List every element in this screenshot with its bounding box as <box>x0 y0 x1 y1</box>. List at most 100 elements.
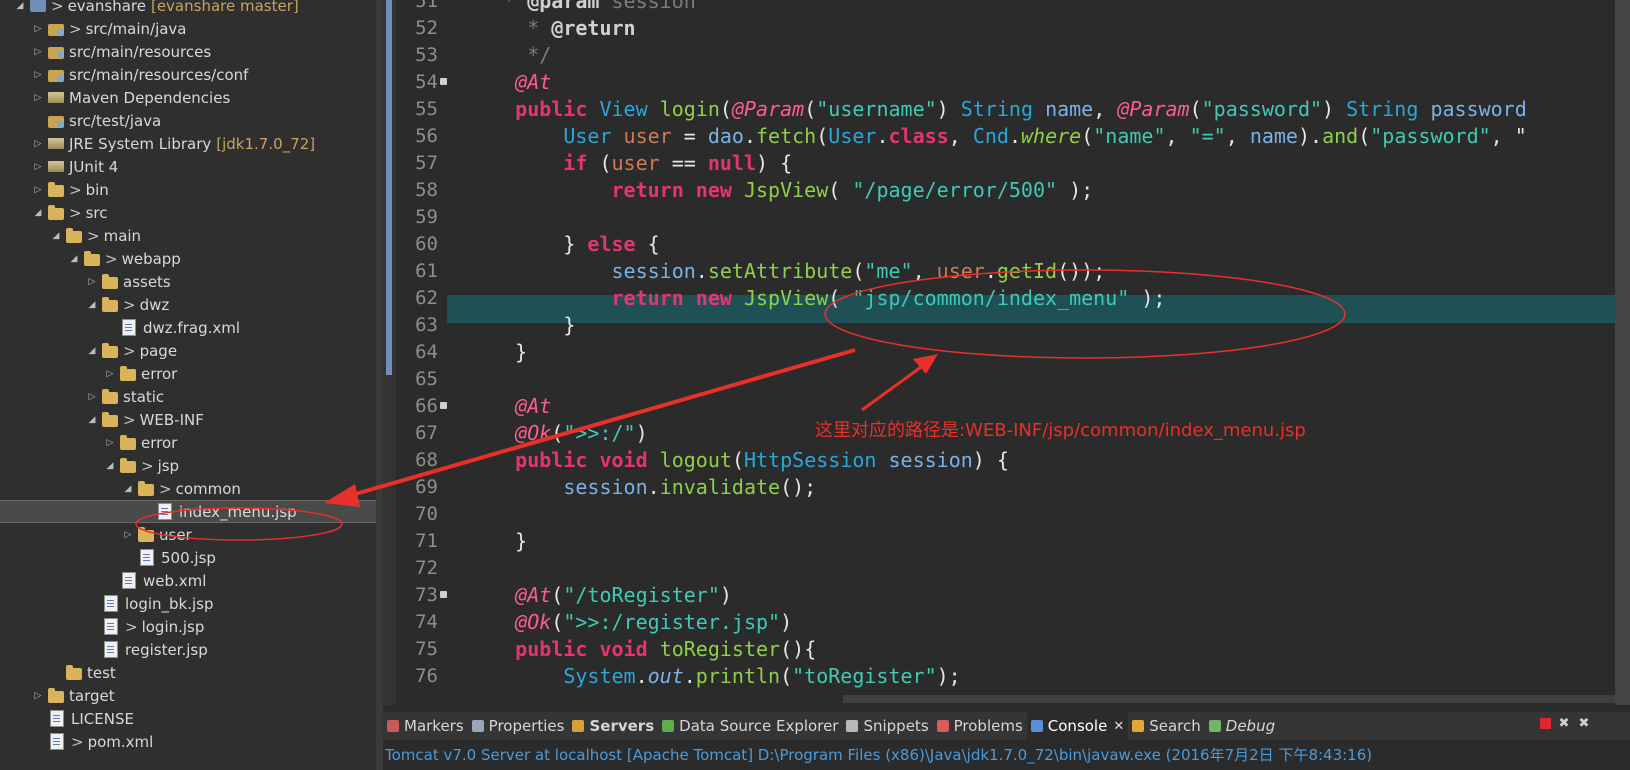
tree-item[interactable]: ◢ > webapp <box>0 247 376 270</box>
collapsed-arrow-icon[interactable]: ▷ <box>32 689 44 703</box>
tree-item[interactable]: LICENSE <box>0 707 376 730</box>
terminate-icon[interactable] <box>1540 718 1551 729</box>
collapsed-arrow-icon[interactable]: ▷ <box>32 45 44 59</box>
code-line[interactable]: } <box>467 311 1627 339</box>
code-line[interactable]: System.out.println("toRegister"); <box>467 662 1627 690</box>
collapsed-arrow-icon[interactable]: ▷ <box>122 528 134 542</box>
code-line[interactable]: } <box>467 338 1627 366</box>
tab-data-source-explorer[interactable]: Data Source Explorer <box>658 712 842 740</box>
remove-launch-icon[interactable]: ✖ <box>1557 716 1571 731</box>
tree-item[interactable]: ▷ assets <box>0 270 376 293</box>
tree-item[interactable]: ◢ > evanshare [evanshare master] <box>0 0 376 17</box>
tree-item[interactable]: ▷ Maven Dependencies <box>0 86 376 109</box>
collapsed-arrow-icon[interactable]: ▷ <box>32 183 44 197</box>
collapsed-arrow-icon[interactable]: ▷ <box>86 275 98 289</box>
expanded-arrow-icon[interactable]: ◢ <box>86 344 98 358</box>
code-line[interactable]: session.setAttribute("me", user.getId())… <box>467 257 1627 285</box>
tab-markers[interactable]: Markers <box>383 712 468 740</box>
code-line[interactable]: User user = dao.fetch(User.class, Cnd.wh… <box>467 122 1627 150</box>
expanded-arrow-icon[interactable]: ◢ <box>68 252 80 266</box>
collapsed-arrow-icon[interactable]: ▷ <box>104 367 116 381</box>
code-line[interactable]: * @param session <box>467 0 1627 15</box>
tree-item[interactable]: > pom.xml <box>0 730 376 753</box>
tree-item[interactable]: src/test/java <box>0 109 376 132</box>
tree-item[interactable]: ▷ JRE System Library [jdk1.7.0_72] <box>0 132 376 155</box>
tree-item[interactable]: register.jsp <box>0 638 376 661</box>
code-line[interactable]: session.invalidate(); <box>467 473 1627 501</box>
tree-item[interactable]: ◢ > dwz <box>0 293 376 316</box>
fold-toggle-icon[interactable] <box>440 78 447 85</box>
tab-console[interactable]: Console ✕ <box>1026 712 1129 740</box>
code-line[interactable]: public void toRegister(){ <box>467 635 1627 663</box>
code-line[interactable]: @At <box>467 68 1627 96</box>
expanded-arrow-icon[interactable]: ◢ <box>104 459 116 473</box>
tree-item[interactable]: web.xml <box>0 569 376 592</box>
tree-item[interactable]: > login.jsp <box>0 615 376 638</box>
collapsed-arrow-icon[interactable]: ▷ <box>32 68 44 82</box>
tab-problems[interactable]: Problems <box>933 712 1027 740</box>
tree-item[interactable]: 500.jsp <box>0 546 376 569</box>
collapsed-arrow-icon[interactable]: ▷ <box>32 91 44 105</box>
code-line[interactable] <box>467 203 1627 231</box>
code-line[interactable] <box>467 500 1627 528</box>
explorer-scrollbar[interactable] <box>376 0 383 770</box>
code-line[interactable] <box>467 365 1627 393</box>
tree-item[interactable]: login_bk.jsp <box>0 592 376 615</box>
collapsed-arrow-icon[interactable]: ▷ <box>32 22 44 36</box>
tree-item[interactable]: ▷ > src/main/java <box>0 17 376 40</box>
tree-item[interactable]: dwz.frag.xml <box>0 316 376 339</box>
code-line[interactable] <box>467 554 1627 582</box>
collapsed-arrow-icon[interactable]: ▷ <box>32 137 44 151</box>
code-editor[interactable]: 51 52 53 54 55 56 57 58 59 60 61 62 63 64 65 66 67 68 69 70… <box>383 0 1630 705</box>
tab-snippets[interactable]: Snippets <box>842 712 932 740</box>
expanded-arrow-icon[interactable]: ◢ <box>86 413 98 427</box>
code-line[interactable]: */ <box>467 41 1627 69</box>
tab-properties[interactable]: Properties <box>468 712 569 740</box>
tree-item[interactable]: ▷ src/main/resources <box>0 40 376 63</box>
tab-servers[interactable]: Servers <box>568 712 658 740</box>
expanded-arrow-icon[interactable]: ◢ <box>86 298 98 312</box>
collapsed-arrow-icon[interactable]: ▷ <box>32 160 44 174</box>
code-line[interactable]: @At("/toRegister") <box>467 581 1627 609</box>
close-tab-icon[interactable]: ✕ <box>1113 719 1124 734</box>
code-line[interactable]: return new JspView( "/page/error/500" ); <box>467 176 1627 204</box>
tree-item[interactable]: test <box>0 661 376 684</box>
tree-item[interactable]: ▷ static <box>0 385 376 408</box>
fold-toggle-icon[interactable] <box>440 402 447 409</box>
code-line[interactable]: } <box>467 527 1627 555</box>
tree-item[interactable]: ◢ > src <box>0 201 376 224</box>
fold-toggle-icon[interactable] <box>440 591 447 598</box>
tree-item[interactable]: ◢ > jsp <box>0 454 376 477</box>
tree-item[interactable]: ◢ > WEB-INF <box>0 408 376 431</box>
tree-item[interactable]: ▷ error <box>0 362 376 385</box>
expanded-arrow-icon[interactable]: ◢ <box>122 482 134 496</box>
expanded-arrow-icon[interactable]: ◢ <box>50 229 62 243</box>
code-line[interactable]: public void logout(HttpSession session) … <box>467 446 1627 474</box>
code-line[interactable]: @Ok(">>:/register.jsp") <box>467 608 1627 636</box>
tree-item[interactable]: ◢ > main <box>0 224 376 247</box>
tree-item[interactable]: ▷ user <box>0 523 376 546</box>
code-token: ( <box>816 124 829 148</box>
collapsed-arrow-icon[interactable]: ▷ <box>86 390 98 404</box>
remove-all-icon[interactable]: ✖ <box>1577 716 1591 731</box>
expanded-arrow-icon[interactable]: ◢ <box>32 206 44 220</box>
tab-search[interactable]: Search <box>1128 712 1205 740</box>
tree-item[interactable]: ◢ > common <box>0 477 376 500</box>
tree-item-label: LICENSE <box>71 709 134 728</box>
code-line[interactable]: public View login(@Param("username") Str… <box>467 95 1627 123</box>
code-line[interactable]: if (user == null) { <box>467 149 1627 177</box>
expanded-arrow-icon[interactable]: ◢ <box>14 0 26 13</box>
collapsed-arrow-icon[interactable]: ▷ <box>104 436 116 450</box>
tree-item[interactable]: ▷ JUnit 4 <box>0 155 376 178</box>
code-line[interactable]: return new JspView( "jsp/common/index_me… <box>467 284 1627 312</box>
tree-item[interactable]: ▷ > bin <box>0 178 376 201</box>
code-line[interactable]: * @return <box>467 14 1627 42</box>
tree-item[interactable]: ▷ src/main/resources/conf <box>0 63 376 86</box>
tree-item[interactable]: ▷ target <box>0 684 376 707</box>
tree-item[interactable]: ◢ > page <box>0 339 376 362</box>
tab-debug[interactable]: Debug <box>1205 712 1279 740</box>
tree-item[interactable]: index_menu.jsp <box>0 500 376 523</box>
tree-item[interactable]: ▷ error <box>0 431 376 454</box>
editor-horizontal-scrollbar[interactable] <box>843 695 1623 703</box>
code-line[interactable]: } else { <box>467 230 1627 258</box>
